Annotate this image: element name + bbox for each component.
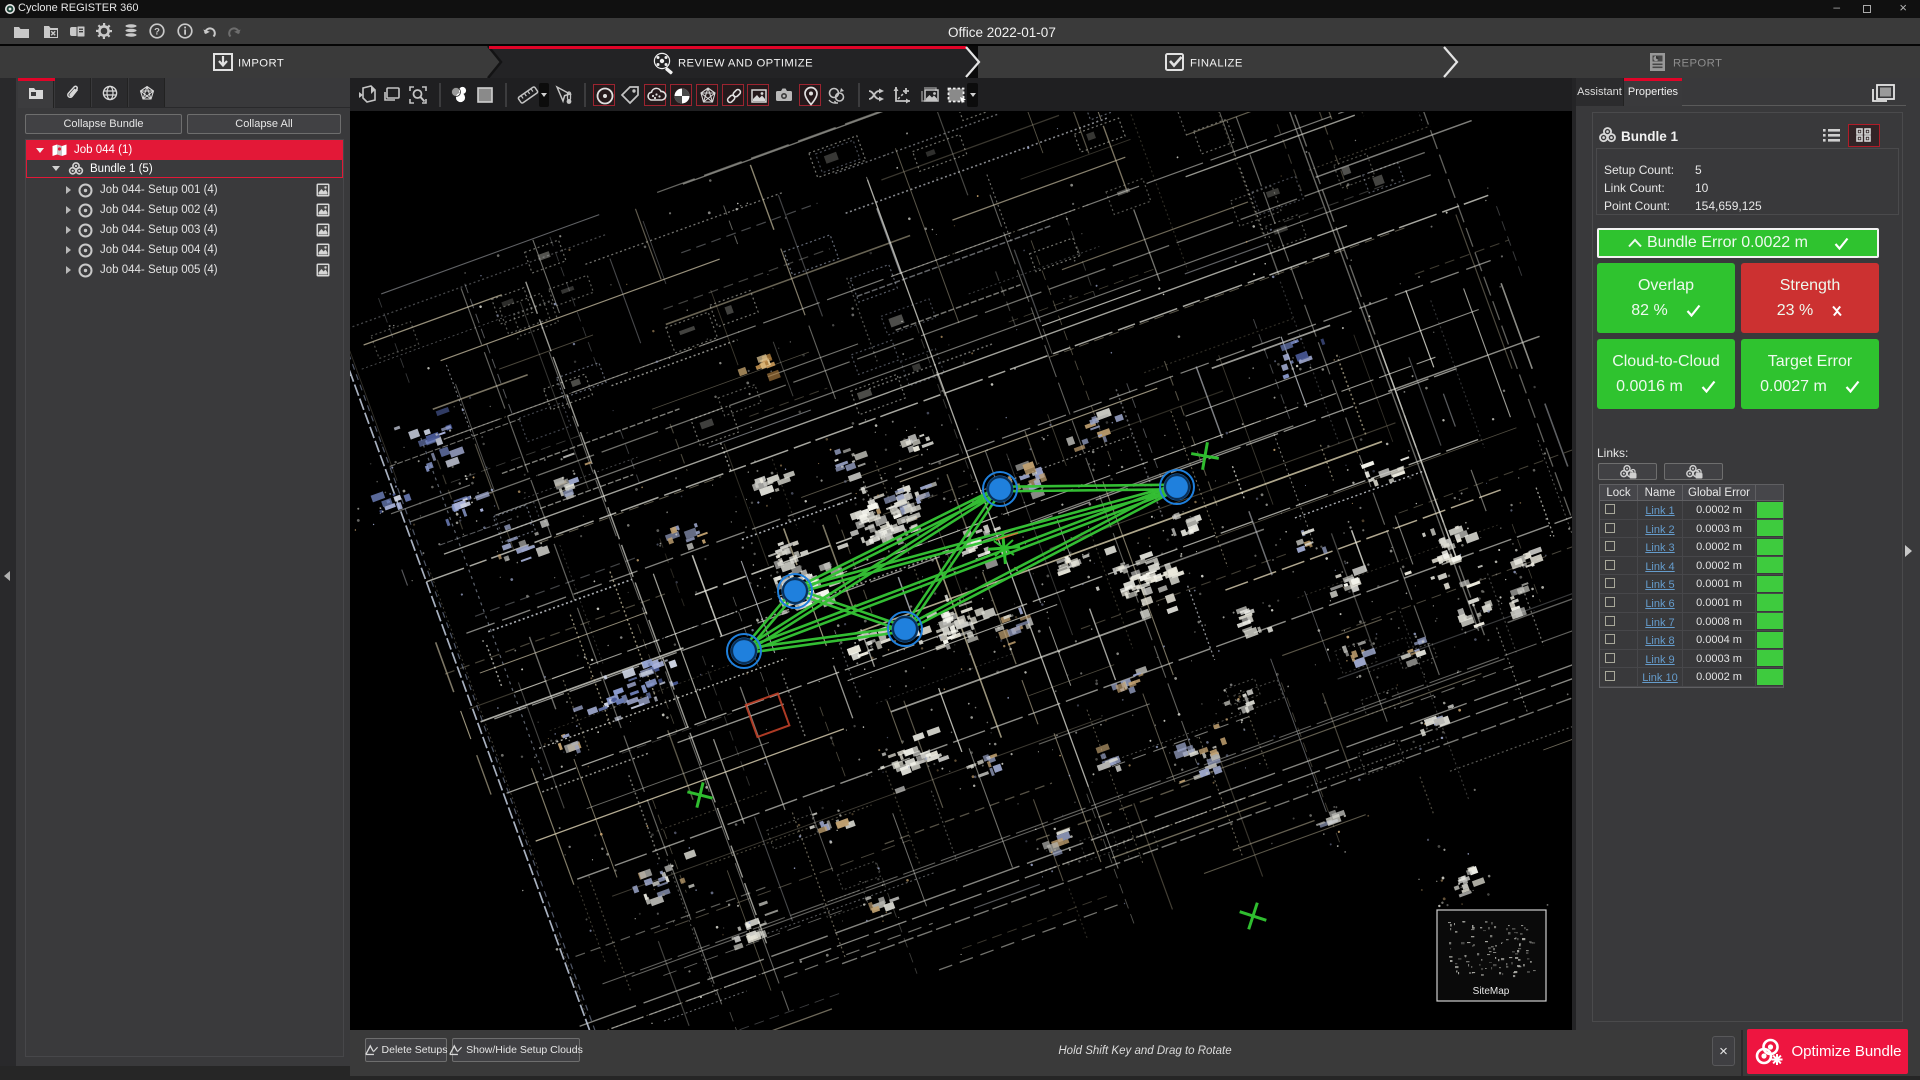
svg-text:?: ? bbox=[154, 26, 160, 37]
svg-text:SiteMap: SiteMap bbox=[1473, 986, 1510, 997]
svg-text:REVIEW AND OPTIMIZE: REVIEW AND OPTIMIZE bbox=[678, 58, 813, 70]
svg-text:REPORT: REPORT bbox=[1673, 58, 1722, 70]
svg-text:FINALIZE: FINALIZE bbox=[1190, 58, 1243, 70]
svg-text:IMPORT: IMPORT bbox=[238, 58, 284, 70]
